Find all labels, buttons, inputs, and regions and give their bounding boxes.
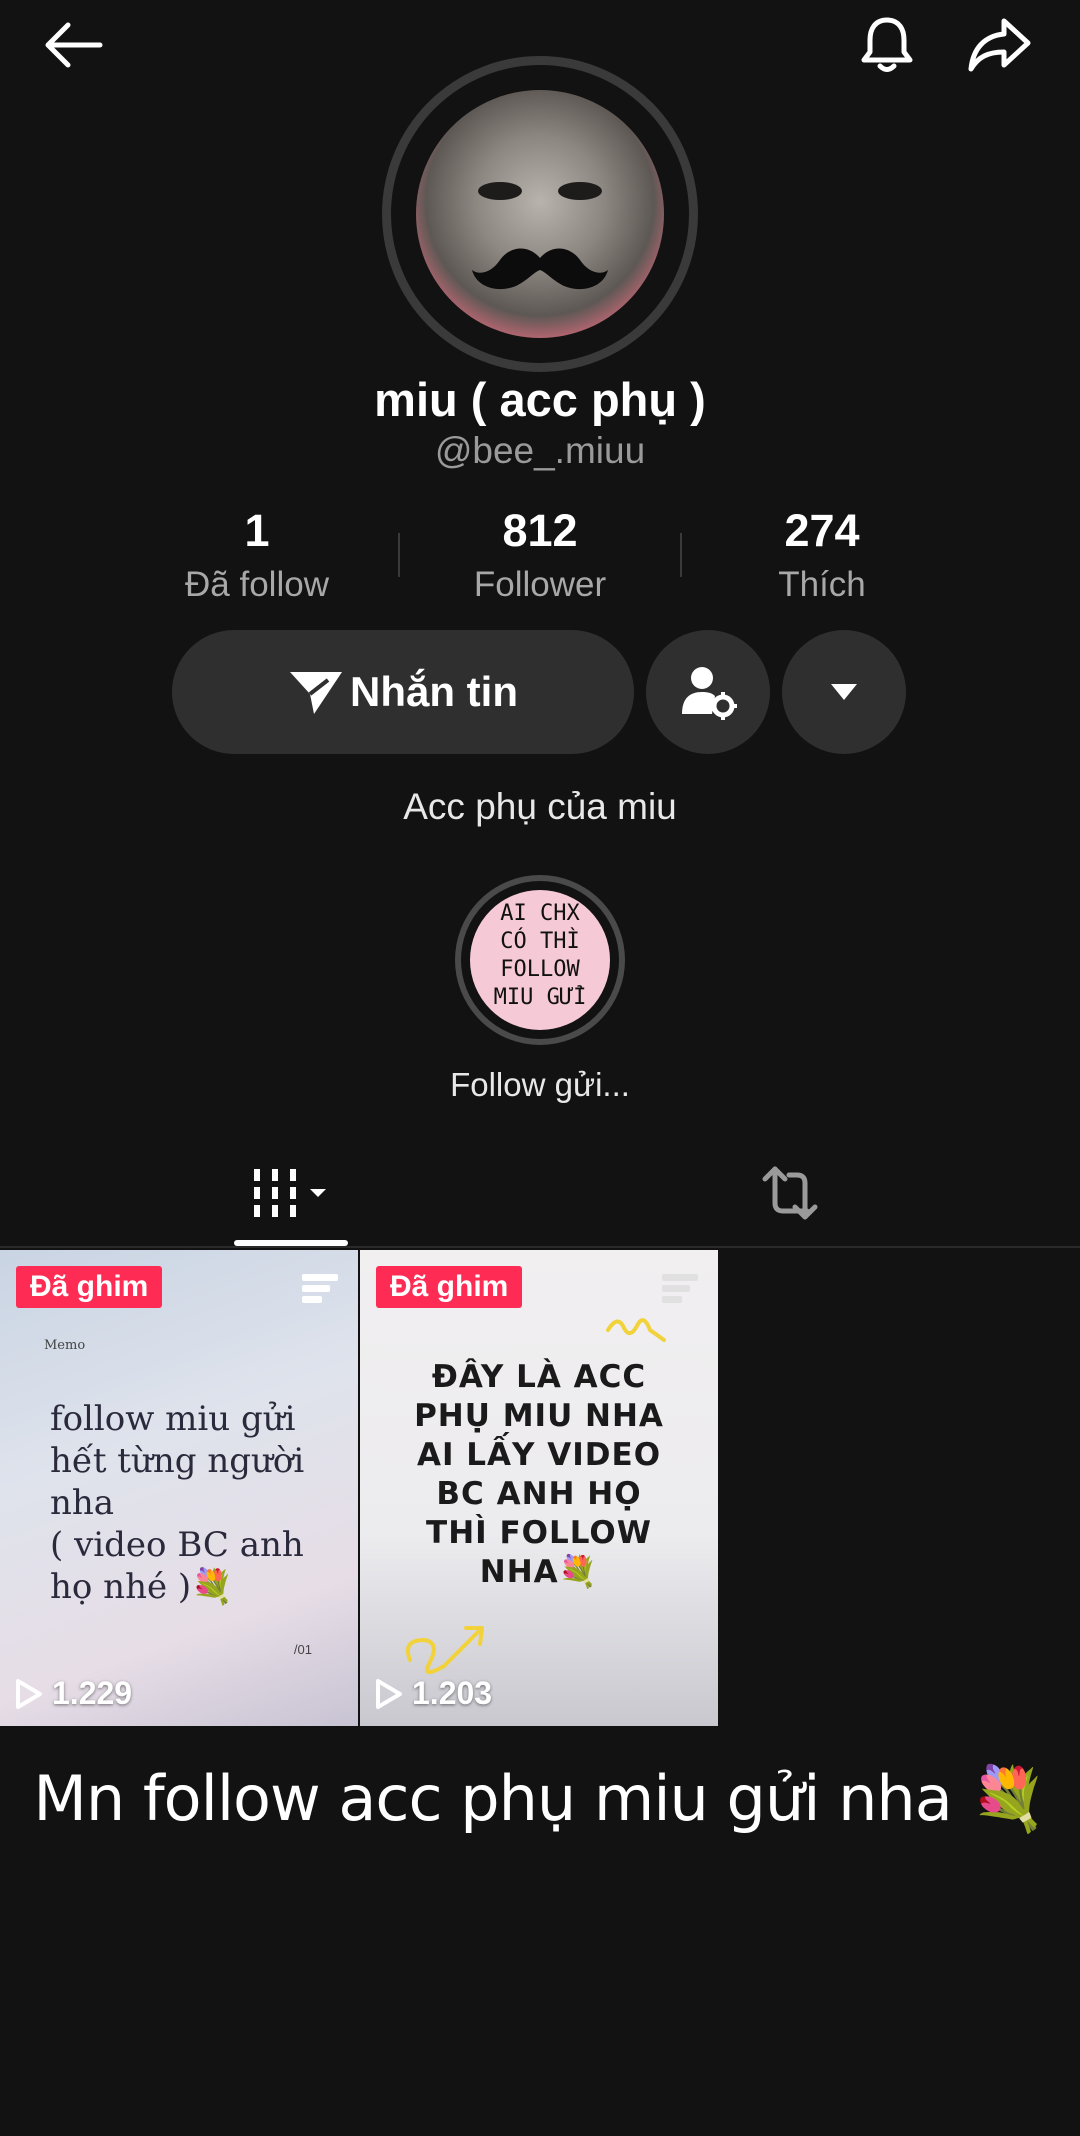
tab-active-indicator bbox=[234, 1240, 348, 1246]
tab-reposts[interactable] bbox=[740, 1140, 840, 1246]
stat-following[interactable]: 1 Đã follow bbox=[127, 505, 387, 605]
mustache-icon bbox=[472, 248, 608, 290]
stat-divider bbox=[398, 533, 400, 577]
followers-count: 812 bbox=[502, 505, 578, 556]
profile-tabs bbox=[0, 1140, 1080, 1248]
view-count-value: 1.203 bbox=[412, 1675, 493, 1711]
cover-line: AI LẤY VIDEO bbox=[416, 1437, 662, 1473]
avatar[interactable] bbox=[416, 90, 664, 338]
memo-label: Memo bbox=[44, 1338, 86, 1353]
view-count: 1.203 bbox=[374, 1675, 492, 1712]
tab-videos[interactable] bbox=[234, 1140, 350, 1246]
view-count-value: 1.229 bbox=[52, 1675, 133, 1711]
likes-label: Thích bbox=[778, 565, 866, 604]
story-highlight[interactable]: AI CHX CÓ THÌ FOLLOW MIU GỬI bbox=[470, 890, 610, 1030]
avatar-eye bbox=[478, 182, 522, 200]
display-name: miu ( acc phụ ) bbox=[374, 373, 706, 426]
page-number: /01 bbox=[293, 1642, 312, 1657]
cover-line: PHỤ MIU NHA bbox=[414, 1398, 664, 1434]
highlight-cover-line: FOLLOW bbox=[500, 957, 580, 982]
video-cover-text: follow miu gửi hết từng người nha ( vide… bbox=[50, 1398, 340, 1608]
highlight-cover-line: MIU GỬI bbox=[493, 985, 587, 1010]
bell-icon[interactable] bbox=[852, 10, 922, 80]
stat-likes[interactable]: 274 Thích bbox=[692, 505, 952, 605]
menu-icon bbox=[662, 1274, 698, 1303]
cover-line: hết từng người bbox=[50, 1441, 305, 1481]
grid-icon bbox=[254, 1169, 326, 1217]
following-count: 1 bbox=[244, 505, 270, 556]
send-icon bbox=[290, 672, 342, 714]
username: @bee_.miuu bbox=[434, 430, 646, 471]
profile-bio: Acc phụ của miu bbox=[403, 786, 677, 827]
chevron-down-icon bbox=[831, 684, 857, 700]
share-icon[interactable] bbox=[964, 10, 1034, 80]
overlay-caption: Mn follow acc phụ miu gửi nha 💐 bbox=[33, 1762, 1047, 1835]
cover-line: NHA💐 bbox=[479, 1554, 599, 1590]
cover-line: follow miu gửi bbox=[50, 1399, 296, 1439]
video-tile[interactable]: Đã ghim ĐÂY LÀ ACC PHỤ MIU NHA AI LẤY VI… bbox=[360, 1250, 718, 1726]
more-options-button[interactable] bbox=[782, 630, 906, 754]
pinned-badge: Đã ghim bbox=[376, 1266, 523, 1308]
play-icon bbox=[16, 1678, 42, 1709]
cover-line: BC ANH HỌ bbox=[436, 1476, 642, 1512]
cover-line: THÌ FOLLOW bbox=[426, 1515, 652, 1551]
video-cover-text: ĐÂY LÀ ACC PHỤ MIU NHA AI LẤY VIDEO BC A… bbox=[360, 1358, 718, 1592]
video-grid: Đã ghim Memo follow miu gửi hết từng ngư… bbox=[0, 1250, 1080, 1726]
likes-count: 274 bbox=[784, 505, 860, 556]
cover-line: họ nhé )💐 bbox=[50, 1567, 234, 1607]
play-icon bbox=[376, 1678, 402, 1709]
pinned-badge: Đã ghim bbox=[16, 1266, 163, 1308]
doodle-icon bbox=[606, 1318, 666, 1342]
message-button[interactable]: Nhắn tin bbox=[172, 630, 634, 754]
profile-stats: 1 Đã follow 812 Follower 274 Thích bbox=[0, 505, 1080, 605]
avatar-eye bbox=[558, 182, 602, 200]
menu-icon bbox=[302, 1274, 338, 1303]
cover-line: nha bbox=[50, 1483, 115, 1523]
add-friend-gear-icon bbox=[682, 667, 737, 720]
followers-label: Follower bbox=[473, 565, 607, 604]
stat-followers[interactable]: 812 Follower bbox=[410, 505, 670, 605]
view-count: 1.229 bbox=[14, 1675, 132, 1712]
highlight-cover-line: CÓ THÌ bbox=[500, 929, 580, 954]
highlight-label: Follow gửi... bbox=[450, 1066, 630, 1103]
cover-line: ( video BC anh bbox=[50, 1525, 304, 1565]
following-label: Đã follow bbox=[185, 565, 329, 604]
back-arrow-icon[interactable] bbox=[38, 10, 108, 80]
cover-line: ĐÂY LÀ ACC bbox=[431, 1359, 647, 1395]
stat-divider bbox=[680, 533, 682, 577]
repost-icon bbox=[762, 1166, 818, 1220]
message-button-label: Nhắn tin bbox=[350, 668, 518, 715]
video-tile[interactable]: Đã ghim Memo follow miu gửi hết từng ngư… bbox=[0, 1250, 358, 1726]
add-friend-button[interactable] bbox=[646, 630, 770, 754]
